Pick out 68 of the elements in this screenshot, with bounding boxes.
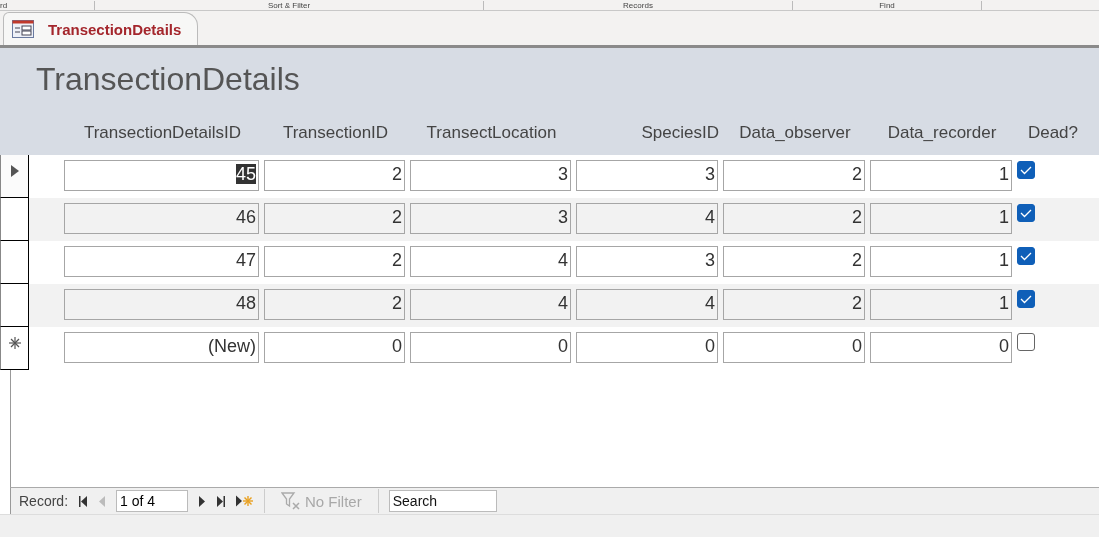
text-field[interactable]: 4 [576, 203, 718, 234]
text-field[interactable]: 3 [576, 246, 718, 277]
text-field[interactable]: 0 [576, 332, 718, 363]
text-field[interactable]: 0 [870, 332, 1012, 363]
text-field[interactable]: 1 [870, 203, 1012, 234]
column-header: Data_observer [738, 123, 852, 143]
dead-checkbox[interactable] [1017, 290, 1035, 308]
text-field[interactable]: (New) [64, 332, 259, 363]
column-header: Data_recorder [886, 123, 998, 143]
text-field[interactable]: 3 [576, 160, 718, 191]
checkmark-icon [1020, 294, 1032, 304]
record-number-field[interactable]: 1 of 4 [116, 490, 189, 512]
text-field[interactable]: 46 [64, 203, 259, 234]
dead-checkbox[interactable] [1017, 204, 1035, 222]
ribbon-group-label: rd [0, 0, 95, 10]
new-record-icon[interactable] [236, 495, 255, 507]
text-field[interactable]: 4 [410, 246, 571, 277]
dead-checkbox[interactable] [1017, 161, 1035, 179]
record-selector[interactable] [0, 284, 29, 327]
document-tab[interactable]: TransectionDetails [3, 12, 199, 45]
text-field[interactable]: 2 [264, 289, 405, 320]
form-title: TransectionDetails [35, 60, 301, 99]
text-field[interactable]: 2 [723, 289, 865, 320]
ribbon-group-label: Records [484, 0, 793, 10]
text-field[interactable]: 1 [870, 246, 1012, 277]
text-field[interactable]: 0 [264, 332, 405, 363]
record-selector[interactable] [0, 155, 29, 198]
ribbon-group-label: Sort & Filter [95, 0, 484, 10]
text-field[interactable]: 2 [264, 203, 405, 234]
text-field[interactable]: 45 [64, 160, 259, 191]
first-record-icon[interactable] [78, 495, 89, 507]
column-header: SpeciesID [640, 123, 719, 143]
ribbon-group-label: Find [793, 0, 982, 10]
text-field[interactable]: 2 [723, 160, 865, 191]
record-selector[interactable] [0, 327, 29, 370]
current-record-icon [10, 165, 19, 177]
text-field[interactable]: 3 [410, 160, 571, 191]
asterisk-icon [8, 337, 21, 349]
text-field[interactable]: 4 [410, 289, 571, 320]
text-field[interactable]: 4 [576, 289, 718, 320]
column-header: TransectLocation [425, 123, 558, 143]
form-icon [12, 20, 34, 38]
column-header: Dead? [1026, 123, 1080, 143]
checkmark-icon [1020, 208, 1032, 218]
text-field[interactable]: 0 [410, 332, 571, 363]
text-field[interactable]: 48 [64, 289, 259, 320]
column-header: TransectionID [281, 123, 390, 143]
text-field[interactable]: 3 [410, 203, 571, 234]
text-field[interactable]: 2 [723, 246, 865, 277]
text-field[interactable]: 2 [264, 160, 405, 191]
text-field[interactable]: 0 [723, 332, 865, 363]
text-field[interactable]: 47 [64, 246, 259, 277]
last-record-icon[interactable] [216, 495, 227, 507]
dead-checkbox[interactable] [1017, 247, 1035, 265]
checkmark-icon [1020, 251, 1032, 261]
dead-checkbox[interactable] [1017, 333, 1035, 351]
text-field[interactable]: 1 [870, 160, 1012, 191]
column-header: TransectionDetailsID [82, 123, 243, 143]
record-label: Record: [19, 493, 69, 509]
record-selector[interactable] [0, 241, 29, 284]
text-field[interactable]: 2 [723, 203, 865, 234]
checkmark-icon [1020, 165, 1032, 175]
search-field[interactable]: Search [388, 490, 497, 512]
text-field[interactable]: 1 [870, 289, 1012, 320]
text-field[interactable]: 2 [264, 246, 405, 277]
record-selector[interactable] [0, 198, 29, 241]
clear-filter-icon [281, 492, 302, 510]
next-record-icon[interactable] [198, 495, 207, 507]
